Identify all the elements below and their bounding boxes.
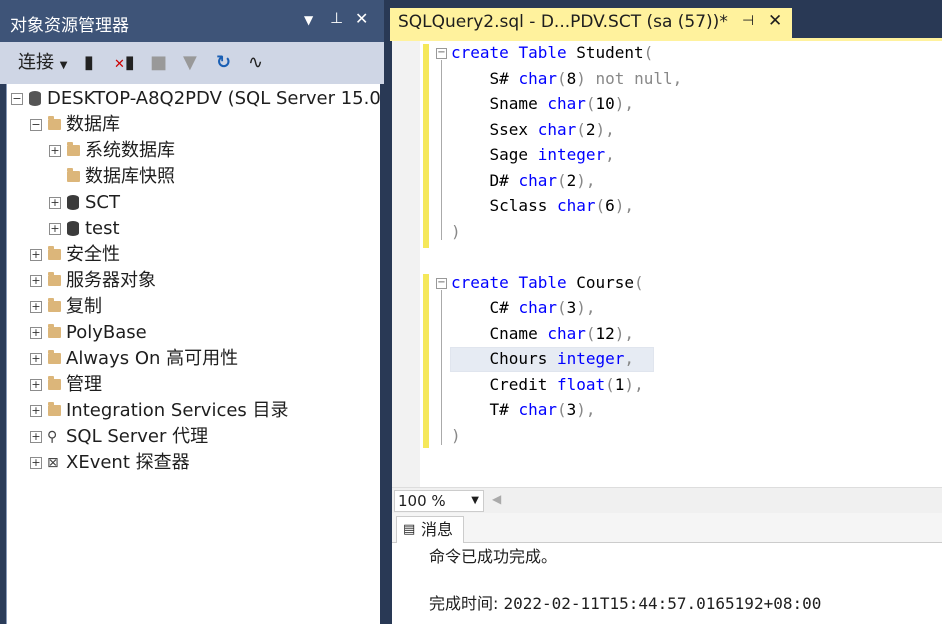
- code-line[interactable]: Credit float(1),: [451, 373, 644, 397]
- expand-icon[interactable]: +: [30, 249, 42, 261]
- results-tab-bar: ▤ 消息: [392, 513, 942, 544]
- connect-button[interactable]: 连接 ▼: [18, 50, 67, 76]
- folder-icon: [48, 116, 61, 130]
- object-explorer-panel: 对象资源管理器 ▼ ⊥ ✕ 连接 ▼ ▮ ✕▮ ■ ▼ ↻ ∿ − DESKTOP…: [0, 0, 392, 624]
- editor-gutter: [392, 41, 420, 487]
- expand-icon[interactable]: +: [30, 379, 42, 391]
- dropdown-arrow-icon[interactable]: ▼: [304, 13, 313, 27]
- expand-icon[interactable]: +: [30, 405, 42, 417]
- tree-node-label: XEvent 探查器: [66, 452, 190, 473]
- code-line[interactable]: Chours integer,: [451, 347, 635, 371]
- collapse-icon[interactable]: −: [30, 119, 42, 131]
- messages-panel: 命令已成功完成。 完成时间: 2022-02-11T15:44:57.01651…: [392, 543, 942, 624]
- code-line[interactable]: C# char(3),: [451, 296, 596, 320]
- xevent-icon: ⊠: [47, 455, 59, 471]
- stop-icon[interactable]: ■: [150, 50, 167, 76]
- expand-icon[interactable]: +: [30, 353, 42, 365]
- success-message: 命令已成功完成。: [429, 547, 558, 566]
- expand-icon[interactable]: +: [49, 145, 61, 157]
- panel-splitter[interactable]: [380, 84, 392, 624]
- disconnect-icon[interactable]: ✕▮: [114, 50, 135, 76]
- code-line[interactable]: D# char(2),: [451, 169, 596, 193]
- folder-icon: [48, 324, 61, 338]
- folder-icon: [48, 350, 61, 364]
- folder-icon: [67, 142, 80, 156]
- expand-icon[interactable]: +: [30, 457, 42, 469]
- expand-icon[interactable]: +: [49, 223, 61, 235]
- code-line[interactable]: create Table Student(: [451, 41, 653, 65]
- expand-icon[interactable]: +: [30, 327, 42, 339]
- folder-icon: [48, 402, 61, 416]
- code-line[interactable]: Ssex char(2),: [451, 118, 615, 142]
- code-line[interactable]: Sage integer,: [451, 143, 615, 167]
- agent-icon: ⚲: [47, 429, 58, 445]
- tree-node-label: 系统数据库: [85, 140, 175, 161]
- tree-node-label: 数据库快照: [85, 166, 175, 187]
- folder-icon: [48, 376, 61, 390]
- object-explorer-toolbar: 连接 ▼ ▮ ✕▮ ■ ▼ ↻ ∿: [0, 42, 384, 84]
- object-explorer-title-bar: 对象资源管理器 ▼ ⊥ ✕: [0, 0, 384, 42]
- code-line[interactable]: S# char(8) not null,: [451, 67, 683, 91]
- object-explorer-tree: − DESKTOP-A8Q2PDV (SQL Server 15.0.2− 数据库 +…: [6, 84, 380, 624]
- expand-icon[interactable]: +: [49, 197, 61, 209]
- tree-node-label: Always On 高可用性: [66, 348, 239, 369]
- code-line[interactable]: T# char(3),: [451, 398, 596, 422]
- tree-node-label: 服务器对象: [66, 270, 156, 291]
- message-icon: ▤: [403, 522, 416, 537]
- activity-monitor-icon[interactable]: ∿: [248, 50, 263, 76]
- pin-icon[interactable]: ⊥: [330, 9, 343, 27]
- object-explorer-title: 对象资源管理器: [10, 16, 129, 36]
- fold-line: [441, 290, 442, 445]
- code-line[interactable]: ): [451, 220, 461, 244]
- close-tab-icon[interactable]: ✕: [768, 11, 782, 31]
- database-icon: [67, 221, 79, 236]
- change-marker: [423, 274, 429, 448]
- code-line[interactable]: Cname char(12),: [451, 322, 635, 346]
- fold-line: [441, 60, 442, 240]
- folder-icon: [48, 272, 61, 286]
- code-line[interactable]: Sclass char(6),: [451, 194, 635, 218]
- pin-tab-icon[interactable]: ⊣: [742, 13, 754, 29]
- scroll-left-icon[interactable]: ◀: [492, 492, 501, 506]
- collapse-icon[interactable]: −: [11, 93, 23, 105]
- tree-node-label: 复制: [66, 296, 102, 317]
- tree-node-label: SCT: [85, 192, 120, 213]
- expand-icon[interactable]: +: [30, 275, 42, 287]
- messages-tab-label: 消息: [421, 520, 454, 539]
- code-line[interactable]: Sname char(10),: [451, 92, 635, 116]
- completion-time: 完成时间: 2022-02-11T15:44:57.0165192+08:00: [429, 594, 822, 613]
- folder-icon: [48, 246, 61, 260]
- zoom-select[interactable]: 100 % ▼: [394, 490, 484, 512]
- messages-tab[interactable]: ▤ 消息: [396, 516, 464, 544]
- refresh-icon[interactable]: ↻: [216, 50, 231, 76]
- tree-node-label: SQL Server 代理: [66, 426, 209, 447]
- change-marker: [423, 44, 429, 248]
- expand-icon[interactable]: +: [30, 301, 42, 313]
- collapse-icon[interactable]: −: [436, 278, 447, 289]
- code-line[interactable]: ): [451, 424, 461, 448]
- chevron-down-icon: ▼: [471, 495, 479, 506]
- connect-plug-icon[interactable]: ▮: [84, 50, 94, 76]
- tree-node-label: PolyBase: [66, 322, 147, 343]
- server-icon: [29, 91, 41, 106]
- close-icon[interactable]: ✕: [355, 9, 368, 28]
- filter-icon[interactable]: ▼: [183, 50, 197, 76]
- tree-node-label: 管理: [66, 374, 102, 395]
- folder-icon: [48, 298, 61, 312]
- zoom-strip: 100 % ▼ ◀: [392, 487, 942, 513]
- code-line[interactable]: create Table Course(: [451, 271, 644, 295]
- query-tab[interactable]: SQLQuery2.sql - D...PDV.SCT (sa (57))* ⊣…: [390, 8, 792, 38]
- collapse-icon[interactable]: −: [436, 48, 447, 59]
- tree-node-label: test: [85, 218, 120, 239]
- database-icon: [67, 195, 79, 210]
- tree-node-label: Integration Services 目录: [66, 400, 289, 421]
- expand-icon[interactable]: +: [30, 431, 42, 443]
- folder-icon: [67, 168, 80, 182]
- tree-node-label: 安全性: [66, 244, 120, 265]
- tree-node-label: DESKTOP-A8Q2PDV (SQL Server 15.0.2: [47, 88, 380, 109]
- query-tab-title: SQLQuery2.sql - D...PDV.SCT (sa (57))*: [398, 12, 728, 32]
- tree-node-label: 数据库: [66, 114, 120, 135]
